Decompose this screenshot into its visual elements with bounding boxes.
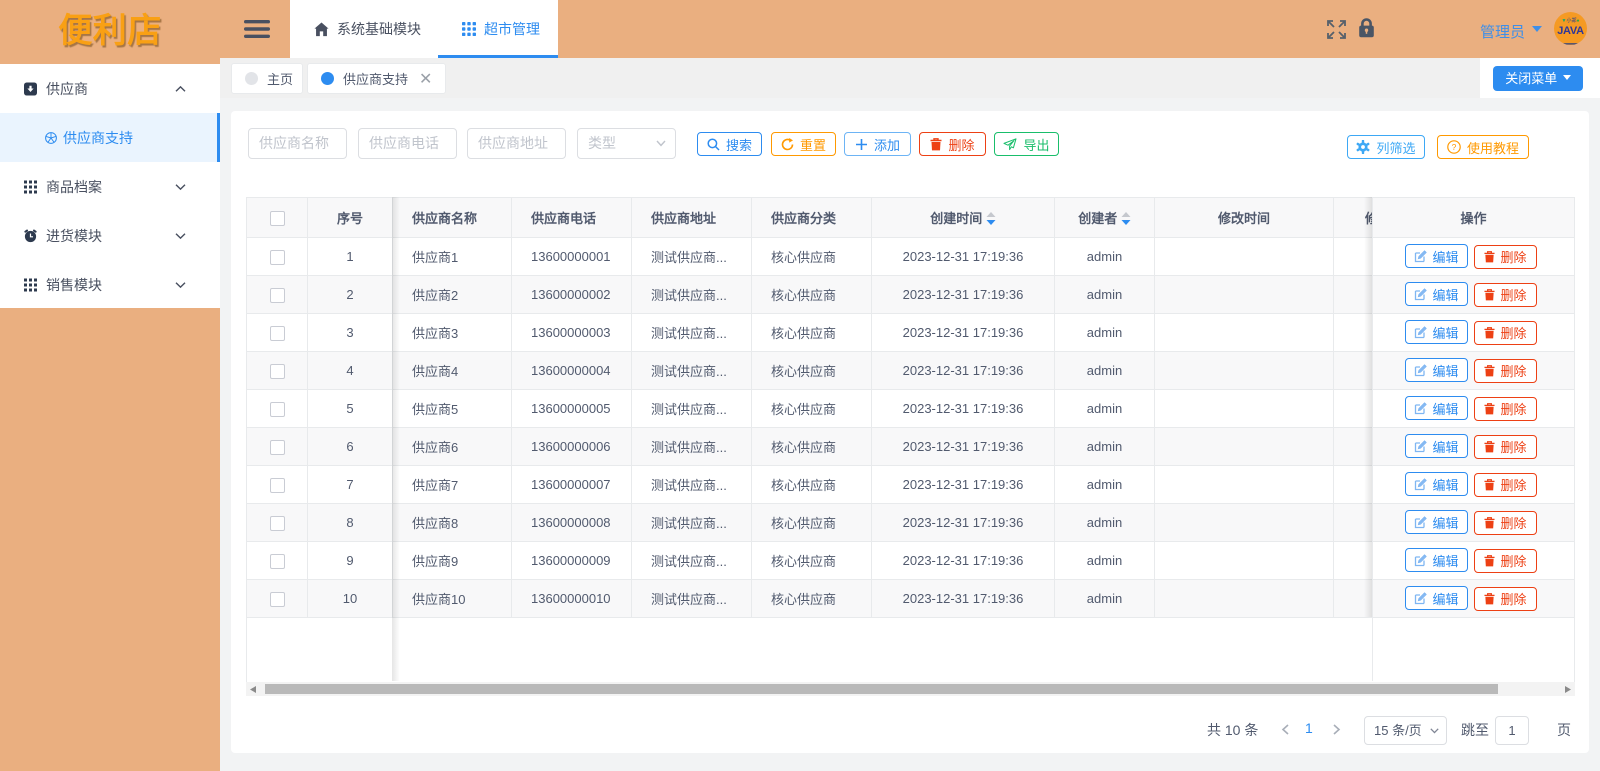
svg-text:?: ? [1452,142,1457,152]
